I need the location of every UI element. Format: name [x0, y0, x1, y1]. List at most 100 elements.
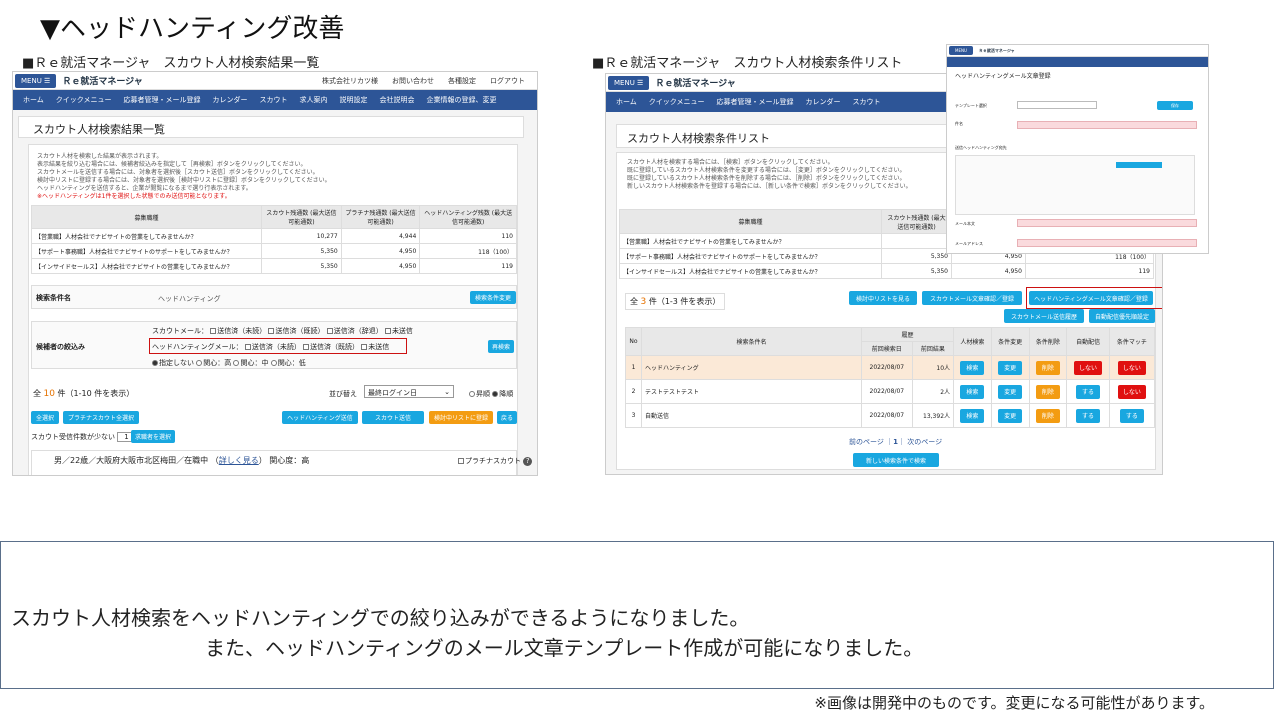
nav-quick[interactable]: クイックメニュー [56, 95, 112, 105]
nav-quick[interactable]: クイックメニュー [649, 97, 705, 107]
nav-seminar[interactable]: 会社説明会 [380, 95, 415, 105]
pager-prev[interactable]: 前のページ [849, 438, 884, 446]
table-row: 【サポート事務職】人材会社でナビサイトのサポートをしてみませんか？ 5,350 … [31, 243, 517, 259]
nav-calendar[interactable]: カレンダー [806, 97, 841, 107]
menu-button[interactable]: MENU ☰ [15, 73, 57, 88]
address-field[interactable] [1017, 239, 1197, 247]
nav-applicants[interactable]: 応募者管理・メール登録 [717, 97, 794, 107]
nav-jobs[interactable]: 求人案内 [300, 95, 328, 105]
col-header: No [625, 327, 642, 356]
radio[interactable] [196, 360, 203, 366]
nav-settings[interactable]: 説明設定 [340, 95, 368, 105]
save-button[interactable]: 保存 [1157, 101, 1193, 110]
scout-send-button[interactable]: スカウト送信 [362, 411, 424, 424]
new-search-button[interactable]: 新しい検索条件で検索 [853, 453, 939, 467]
search-button[interactable]: 検索 [960, 408, 985, 423]
research-button[interactable]: 再検索 [488, 340, 514, 353]
hh-send-button[interactable]: ヘッドハンティング送信 [282, 411, 358, 424]
nav-home[interactable]: ホーム [23, 95, 44, 105]
pager: 前のページ ｜1｜ 次のページ [849, 438, 943, 446]
menu-button[interactable]: MENU [949, 46, 973, 55]
radio[interactable] [469, 391, 475, 397]
change-button[interactable]: 変更 [998, 360, 1023, 375]
search-button[interactable]: 検索 [960, 384, 985, 399]
menu-label: MENU [21, 76, 42, 85]
condition-change-button[interactable]: 検索条件変更 [470, 291, 516, 304]
checkbox[interactable] [384, 328, 391, 334]
settings-link[interactable]: 各種設定 [448, 76, 476, 86]
cell: 10,277 [261, 228, 342, 244]
option-label: 降順 [499, 390, 514, 398]
template-label: テンプレート選択 [955, 103, 987, 108]
chevron-down-icon: ⌄ [444, 388, 450, 396]
sort-select[interactable]: 最終ログイン日 ⌄ [364, 385, 454, 398]
cell: 2022/08/07 [861, 403, 913, 428]
insert-button[interactable] [1116, 162, 1162, 168]
match-toggle[interactable]: しない [1117, 384, 1146, 399]
radio[interactable] [233, 360, 240, 366]
review-list-button[interactable]: 検討中リストを見る [849, 291, 917, 305]
radio[interactable] [270, 360, 277, 366]
cell: 10人 [911, 355, 955, 380]
table-row: 【インサイドセールス】人材会社でナビサイトの営業をしてみませんか？ 5,350 … [31, 258, 517, 274]
company-link[interactable]: 株式会社リカツ様 [322, 76, 378, 86]
checkbox[interactable] [210, 328, 217, 334]
menu-label: MENU [614, 78, 635, 87]
checkbox[interactable] [268, 328, 275, 334]
delete-button[interactable]: 削除 [1035, 360, 1060, 375]
nav-calendar[interactable]: カレンダー [213, 95, 248, 105]
auto-toggle[interactable]: する [1076, 384, 1101, 399]
nav-scout[interactable]: スカウト [260, 95, 288, 105]
col-header: 検索条件名 [641, 327, 862, 356]
checkbox[interactable] [326, 328, 333, 334]
change-button[interactable]: 変更 [998, 384, 1023, 399]
delete-button[interactable]: 削除 [1035, 384, 1060, 399]
register-list-button[interactable]: 検討中リストに登録 [429, 411, 493, 424]
logout-link[interactable]: ログアウト [490, 76, 525, 86]
pager-next[interactable]: 次のページ [907, 438, 942, 446]
message-line-1: スカウト人材検索をヘッドハンティングでの絞り込みができるようになりました。 [11, 606, 750, 630]
left-screenshot: MENU ☰ Ｒｅ就活マネージャ 株式会社リカツ様 お問い合わせ 各種設定 ログ… [12, 71, 538, 476]
cell: 2人 [911, 379, 955, 404]
change-button[interactable]: 変更 [998, 408, 1023, 423]
radio[interactable] [152, 360, 158, 366]
app-logo: Ｒｅ就活マネージャ [655, 79, 736, 89]
col-header: 条件変更 [990, 327, 1030, 356]
scout-template-button[interactable]: スカウトメール文章確認／登録 [922, 291, 1022, 305]
menu-button[interactable]: MENU ☰ [608, 75, 650, 90]
warning-text: ※ヘッドハンティングは1件を選択した状態でのみ送信可能となります。 [37, 193, 231, 200]
checkbox[interactable] [458, 458, 464, 464]
delete-button[interactable]: 削除 [1035, 408, 1060, 423]
help-icon[interactable]: ? [523, 457, 533, 466]
contact-link[interactable]: お問い合わせ [392, 76, 434, 86]
platinum-select-all-button[interactable]: プラチナスカウト全選択 [63, 411, 139, 424]
auto-settings-button[interactable]: 自動配信優先順設定 [1089, 309, 1155, 323]
nav-company[interactable]: 企業情報の登録、変更 [427, 95, 497, 105]
result-count: 全 10 件（1-10 件を表示） [33, 388, 134, 399]
auto-toggle[interactable]: する [1076, 408, 1101, 423]
search-button[interactable]: 検索 [960, 360, 985, 375]
scout-history-button[interactable]: スカウトメール送信履歴 [1004, 309, 1084, 323]
nav-scout[interactable]: スカウト [853, 97, 881, 107]
select-candidates-button[interactable]: 求職者を選択 [131, 430, 175, 443]
radio[interactable] [492, 391, 499, 397]
match-toggle[interactable]: する [1119, 408, 1144, 423]
select-all-button[interactable]: 全選択 [31, 411, 59, 424]
col-header: 前回検索日 [861, 341, 913, 356]
body-area[interactable] [955, 155, 1195, 215]
match-toggle[interactable]: しない [1117, 360, 1146, 375]
body-field[interactable] [1017, 219, 1197, 227]
back-button[interactable]: 戻る [497, 411, 517, 424]
desc-line: スカウトメールを送信する場合には、対象者を選択後［スカウト送信］ボタンをクリック… [37, 169, 319, 176]
detail-link[interactable]: 詳しく見る [219, 456, 259, 465]
platinum-scout-toggle[interactable]: プラチナスカウト ? [458, 456, 533, 466]
auto-toggle[interactable]: しない [1074, 360, 1103, 375]
subject-field[interactable] [1017, 121, 1197, 129]
nav-home[interactable]: ホーム [616, 97, 637, 107]
nav-applicants[interactable]: 応募者管理・メール登録 [124, 95, 201, 105]
template-select[interactable] [1017, 101, 1097, 109]
col-header: スカウト残通数 (最大送信可能通数) [881, 209, 952, 234]
col-header: 自動配信 [1066, 327, 1110, 356]
count-number: 3 [640, 297, 647, 307]
option-label: 昇順 [476, 390, 490, 398]
